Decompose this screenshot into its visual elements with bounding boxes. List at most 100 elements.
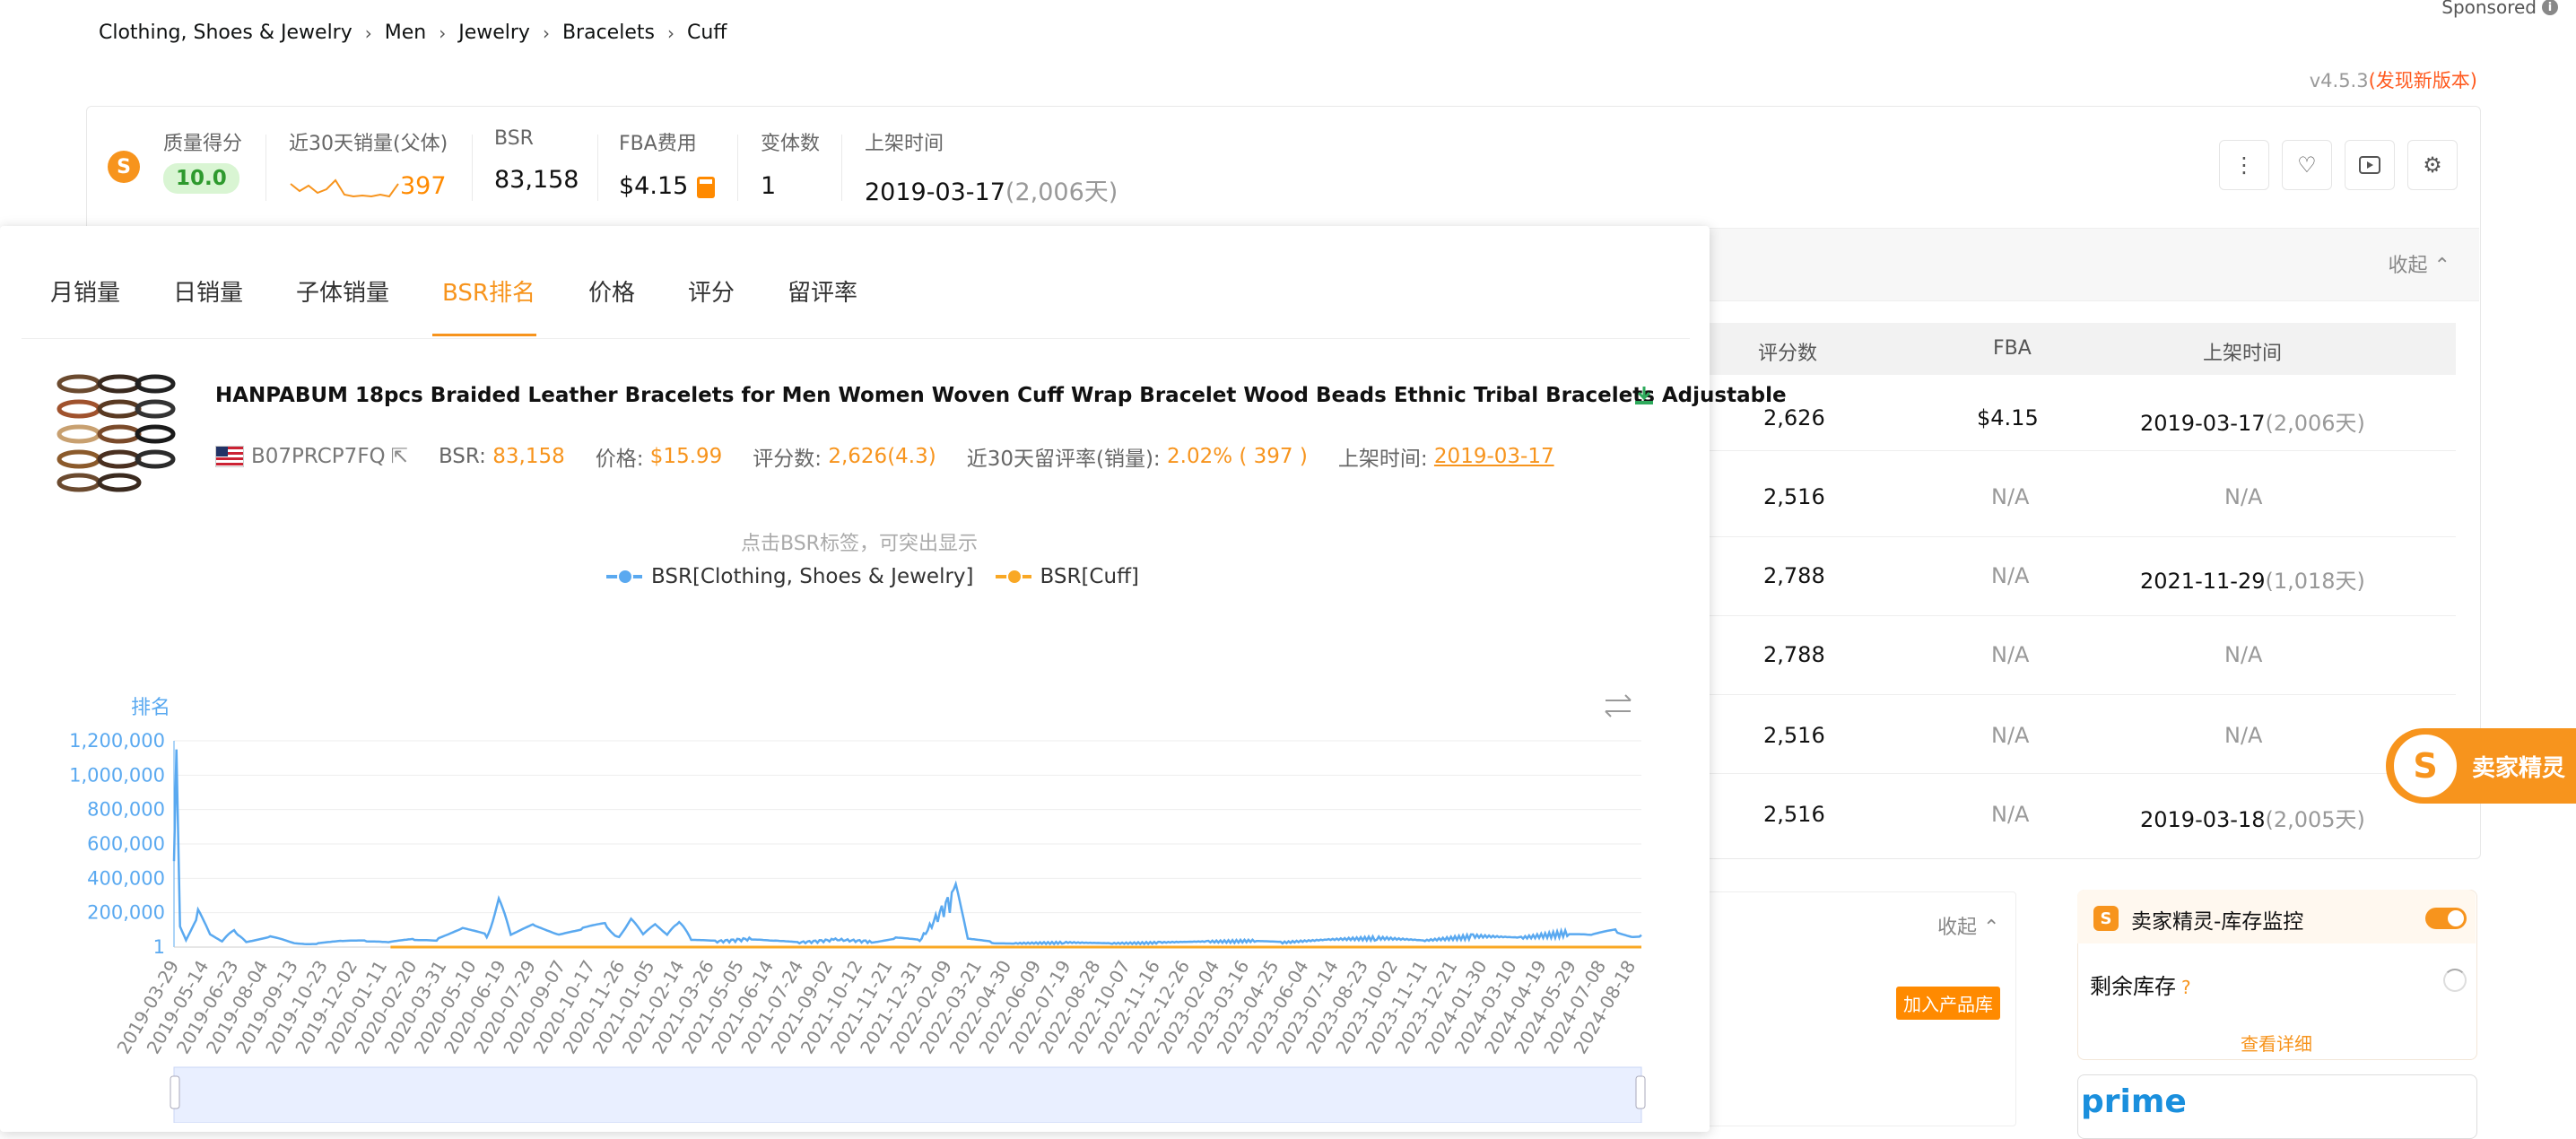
row-divider [1686, 450, 2456, 451]
legend-swatch-orange [995, 569, 1031, 585]
zoom-handle-left [170, 1075, 180, 1109]
heart-icon[interactable]: ♡ [2282, 140, 2332, 190]
y-tick-label: 800,000 [87, 799, 165, 821]
table-cell: N/A [2224, 723, 2263, 748]
table-cell: N/A [1991, 484, 2030, 509]
monitor-toggle[interactable] [2425, 908, 2467, 929]
chart-tabs: 月销量 日销量 子体销量 BSR排名 价格 评分 留评率 [50, 274, 910, 308]
monitor-title: 卖家精灵-库存监控 [2131, 910, 2304, 934]
legend-item-cuff[interactable]: BSR[Cuff] [1040, 565, 1139, 588]
table-cell: N/A [2224, 642, 2263, 667]
product-title[interactable]: HANPABUM 18pcs Braided Leather Bracelets… [215, 384, 1787, 407]
tab-review-rate[interactable]: 留评率 [788, 274, 857, 308]
sellersprite-float-button[interactable]: S 卖家精灵 [2386, 728, 2576, 804]
y-tick-label: 600,000 [87, 833, 165, 855]
collapse-button[interactable]: 收起 ⌃ [1937, 911, 1999, 940]
external-link-icon[interactable]: ⇱ [391, 445, 408, 468]
y-tick-label: 1 [153, 936, 165, 958]
chevron-right-icon: › [439, 22, 447, 44]
divider [472, 135, 473, 201]
legend-swatch-blue [606, 569, 642, 585]
y-tick-label: 400,000 [87, 867, 165, 889]
help-icon[interactable]: ? [2181, 977, 2191, 998]
col-fba: FBA [1993, 337, 2032, 360]
tabs-divider [22, 338, 1690, 339]
quality-score-stat: 质量得分 10.0 [163, 127, 242, 194]
version-info: v4.5.3(发现新版本) [2309, 70, 2477, 91]
info-icon[interactable]: i [2542, 0, 2558, 15]
bsr-stat: BSR 83,158 [494, 127, 579, 194]
chart-hint: 点击BSR标签，可突出显示 [741, 533, 978, 555]
sales-sparkline [290, 178, 399, 197]
zoom-handle-right [1635, 1075, 1646, 1109]
breadcrumb-item[interactable]: Clothing, Shoes & Jewelry [99, 22, 352, 44]
y-tick-label: 1,200,000 [69, 730, 165, 752]
table-cell: 2,788 [1763, 563, 1825, 588]
y-tick-label: 1,000,000 [69, 764, 165, 786]
tab-rating[interactable]: 评分 [688, 274, 735, 308]
table-cell: N/A [2224, 484, 2263, 509]
breadcrumb-item[interactable]: Bracelets [562, 22, 655, 44]
tab-price[interactable]: 价格 [588, 274, 635, 308]
row-divider [1686, 694, 2456, 695]
table-cell: N/A [1991, 723, 2030, 748]
stock-label: 剩余库存? [2090, 974, 2191, 999]
table-cell: 2019-03-17(2,006天) [2140, 411, 2365, 436]
tab-bsr-rank[interactable]: BSR排名 [442, 274, 535, 308]
sellersprite-logo-icon: S [2391, 732, 2459, 800]
divider [841, 135, 842, 201]
view-detail-link[interactable]: 查看详细 [2241, 1030, 2312, 1056]
sponsored-label: Sponsored i [2441, 0, 2558, 18]
legend-item-clothing[interactable]: BSR[Clothing, Shoes & Jewelry] [651, 565, 974, 588]
tab-monthly-sales[interactable]: 月销量 [50, 274, 120, 308]
chart-legend: BSR[Clothing, Shoes & Jewelry] BSR[Cuff] [606, 565, 1139, 588]
listed-stat: 上架时间 2019-03-17(2,006天) [865, 133, 1118, 206]
row-divider [1686, 773, 2456, 774]
table-cell: 2,626 [1763, 405, 1825, 430]
tab-variant-sales[interactable]: 子体销量 [296, 274, 389, 308]
video-icon[interactable] [2345, 140, 2395, 190]
breadcrumb: Clothing, Shoes & Jewelry › Men › Jewelry ›… [99, 22, 727, 44]
y-axis-title: 排名 [131, 697, 170, 719]
add-to-library-button[interactable]: 加入产品库 [1896, 987, 2000, 1020]
chevron-right-icon: › [364, 22, 372, 44]
download-icon[interactable] [1632, 384, 1656, 407]
calculator-icon[interactable] [697, 176, 716, 198]
divider [737, 135, 738, 201]
quality-score-badge: 10.0 [163, 163, 239, 194]
table-cell: 2,516 [1763, 723, 1825, 748]
series-line-clothing [172, 749, 1642, 946]
zoom-slider [173, 1066, 1642, 1123]
asin-link[interactable]: B07PRCP7FQ [251, 445, 386, 468]
chevron-right-icon: › [542, 22, 550, 44]
divider [597, 135, 598, 201]
table-cell: N/A [1991, 802, 2030, 827]
table-cell: $4.15 [1977, 405, 2039, 430]
table-cell: 2021-11-29(1,018天) [2140, 569, 2365, 594]
sellersprite-logo-icon: S [2093, 906, 2119, 931]
settings-gear-icon[interactable]: ⚙ [2407, 140, 2458, 190]
collapse-button[interactable]: 收起 ⌃ [2389, 249, 2450, 278]
product-image[interactable] [52, 368, 178, 493]
product-meta: B07PRCP7FQ ⇱ BSR: 83,158 价格: $15.99 评分数:… [215, 441, 1554, 472]
active-tab-indicator [432, 334, 536, 336]
more-options-icon[interactable]: ⋮ [2219, 140, 2269, 190]
y-tick-label: 200,000 [87, 902, 165, 924]
breadcrumb-item[interactable]: Cuff [687, 22, 727, 44]
loading-spinner-icon [2443, 969, 2467, 992]
bsr-chart: 排名 1,200,000 1,000,000 800,000 600,000 400,00… [69, 697, 1646, 1123]
prime-logo: prime [2081, 1083, 2187, 1120]
variants-stat: 变体数 1 [761, 133, 821, 200]
row-divider [1686, 536, 2456, 537]
new-version-link[interactable]: (发现新版本) [2369, 70, 2477, 91]
breadcrumb-item[interactable]: Jewelry [458, 22, 530, 44]
tab-daily-sales[interactable]: 日销量 [173, 274, 243, 308]
sales-stat[interactable]: 近30天销量(父体) 397 [289, 127, 448, 200]
table-cell: N/A [1991, 642, 2030, 667]
breadcrumb-item[interactable]: Men [385, 22, 426, 44]
row-divider [1686, 615, 2456, 616]
col-listed: 上架时间 [2203, 343, 2283, 365]
table-cell: 2,516 [1763, 802, 1825, 827]
table-cell: 2,516 [1763, 484, 1825, 509]
fba-stat: FBA费用 $4.15 [619, 127, 716, 200]
